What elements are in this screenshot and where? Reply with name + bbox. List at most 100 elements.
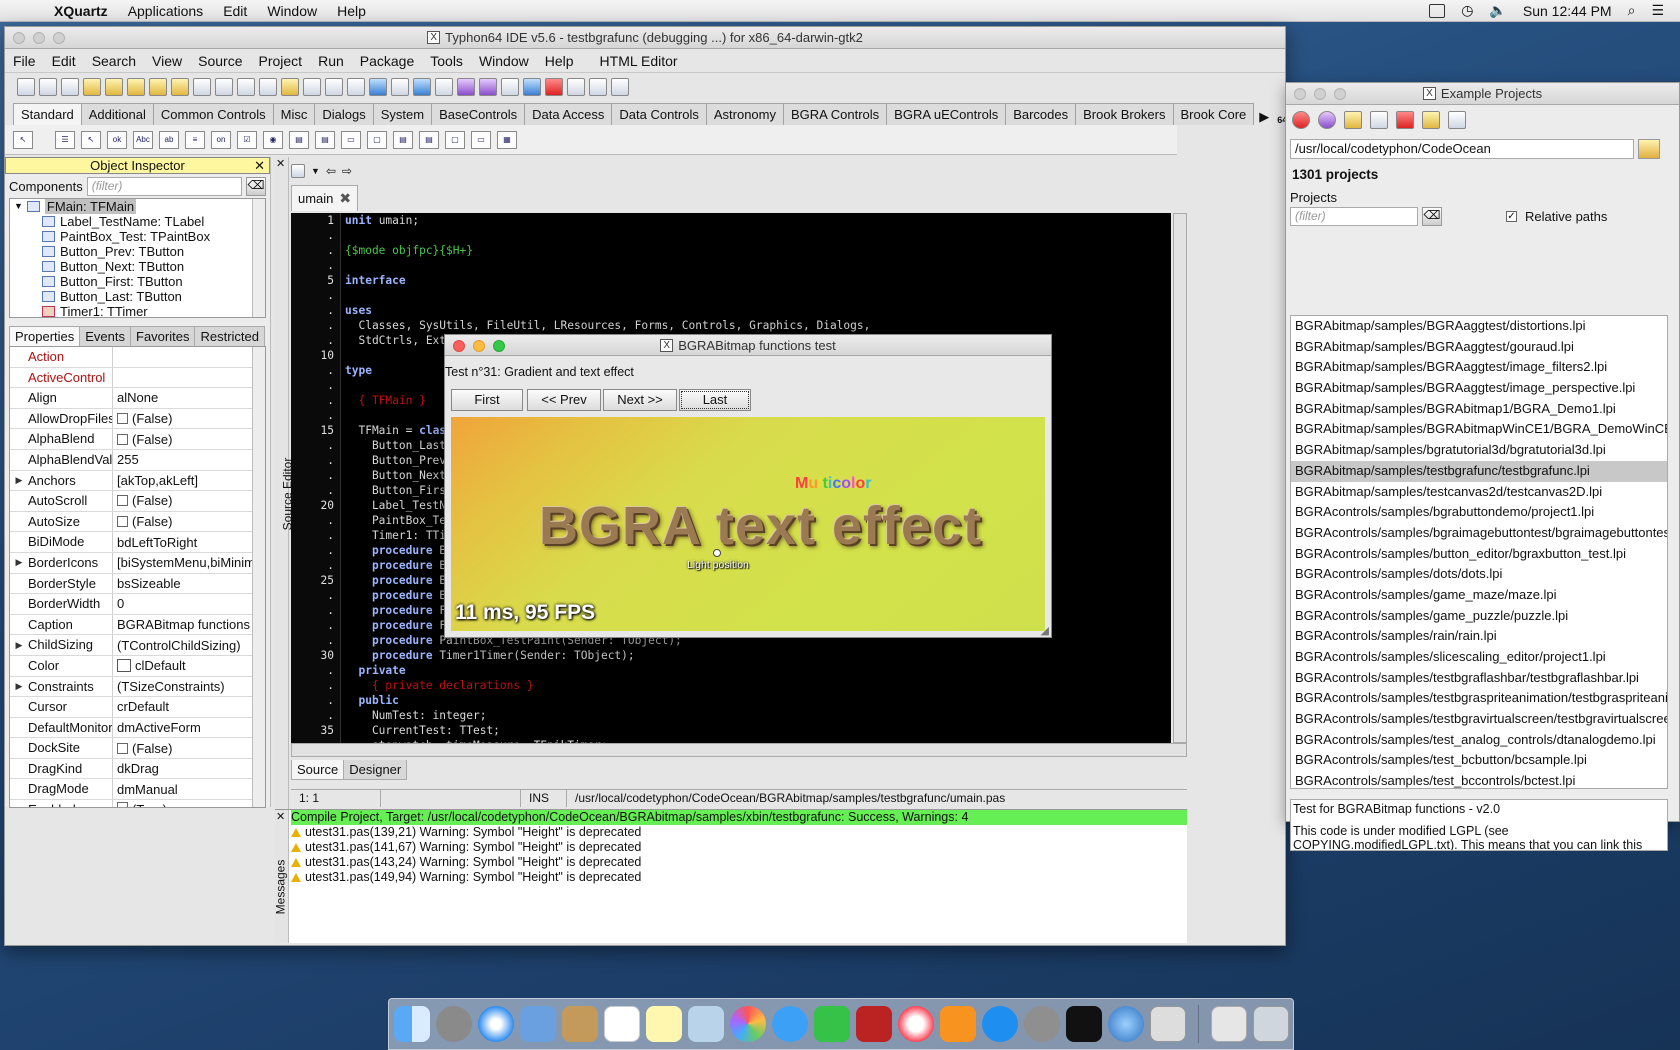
palette-tab-bgra-controls[interactable]: BGRA Controls xyxy=(783,103,888,125)
view-forms-icon[interactable] xyxy=(259,78,277,96)
tree-node[interactable]: Button_Next: TButton xyxy=(10,259,265,274)
facetime-icon[interactable] xyxy=(813,1006,850,1042)
project-item[interactable]: BGRAbitmap/samples/testbgrafunc/testbgra… xyxy=(1291,460,1667,482)
ttogglebox-icon[interactable]: on xyxy=(211,130,231,149)
display-icon[interactable] xyxy=(1429,3,1446,18)
property-value[interactable]: bdLeftToRight xyxy=(113,535,265,550)
open-icon[interactable] xyxy=(83,78,101,96)
palette-tab-bgra-uecontrols[interactable]: BGRA uEControls xyxy=(886,103,1007,125)
property-value[interactable]: (False) xyxy=(113,432,265,447)
project-item[interactable]: BGRAcontrols/samples/dots/dots.lpi xyxy=(1291,564,1667,585)
close-file-icon[interactable] xyxy=(193,78,211,96)
expand-icon[interactable]: ▶ xyxy=(10,681,28,692)
step-out-icon[interactable] xyxy=(611,78,629,96)
close-icon[interactable] xyxy=(1292,111,1310,129)
palette-tab-brook-brokers[interactable]: Brook Brokers xyxy=(1075,103,1174,125)
relative-paths-checkbox[interactable]: ✓ xyxy=(1506,211,1517,222)
run-icon[interactable] xyxy=(501,78,519,96)
clock[interactable]: Sun 12:44 PM xyxy=(1523,3,1612,19)
menu-xquartz[interactable]: XQuartz xyxy=(44,3,118,19)
project-item[interactable]: BGRAcontrols/samples/bgrabuttondemo/proj… xyxy=(1291,502,1667,523)
app-store-icon[interactable] xyxy=(981,1006,1018,1042)
settings-icon[interactable] xyxy=(1448,111,1466,129)
menu-window[interactable]: Window xyxy=(257,3,327,19)
warning-message[interactable]: utest31.pas(143,24) Warning: Symbol "Hei… xyxy=(291,855,1187,870)
menu-tools[interactable]: Tools xyxy=(422,53,471,69)
bgra-title-bar[interactable]: X BGRABitmap functions test xyxy=(445,335,1051,356)
forward-icon[interactable]: ⇨ xyxy=(342,164,352,178)
typhon-icon[interactable] xyxy=(1107,1006,1144,1042)
project-item[interactable]: BGRAcontrols/samples/test_bccontrols/bct… xyxy=(1291,771,1667,788)
property-row[interactable]: ▶ ChildSizing (TControlChildSizing) xyxy=(10,635,265,656)
collapse-icon[interactable]: ▼ xyxy=(14,199,23,214)
property-row[interactable]: BiDiMode bdLeftToRight xyxy=(10,532,265,553)
close-icon[interactable]: ✕ xyxy=(254,158,265,174)
property-value[interactable]: (False) xyxy=(113,493,265,508)
tradiogroup-icon[interactable]: ▤ xyxy=(393,130,413,149)
inspect-icon[interactable] xyxy=(413,78,431,96)
palette-tab-standard[interactable]: Standard xyxy=(13,103,82,125)
tscrollbar-icon[interactable]: ▭ xyxy=(341,130,361,149)
tab-restricted[interactable]: Restricted xyxy=(194,326,265,346)
photo-booth-icon[interactable] xyxy=(855,1006,892,1042)
projects-path-input[interactable]: /usr/local/codetyphon/CodeOcean xyxy=(1290,139,1634,159)
property-value[interactable]: bsSizeable xyxy=(113,576,265,591)
documents-stack-icon[interactable] xyxy=(1210,1006,1247,1042)
property-value[interactable]: [biSystemMenu,biMinimize,biMaximize] xyxy=(113,555,265,570)
menu-package[interactable]: Package xyxy=(352,53,422,69)
property-value[interactable]: BGRABitmap functions test xyxy=(113,617,265,632)
menu-project[interactable]: Project xyxy=(251,53,311,69)
build-icon[interactable] xyxy=(303,78,321,96)
save-all-icon[interactable] xyxy=(171,78,189,96)
warning-message[interactable]: utest31.pas(141,67) Warning: Symbol "Hei… xyxy=(291,840,1187,855)
palette-tab-brook-core[interactable]: Brook Core xyxy=(1172,103,1255,125)
menu-source[interactable]: Source xyxy=(190,53,250,69)
property-row[interactable]: Action xyxy=(10,347,265,368)
menu-help[interactable]: Help xyxy=(537,53,582,69)
launchpad-icon[interactable] xyxy=(435,1006,472,1042)
resize-grip-icon[interactable]: ◢ xyxy=(1041,624,1049,637)
components-icon[interactable] xyxy=(479,78,497,96)
tree-node[interactable]: Button_Last: TButton xyxy=(10,289,265,304)
code-horizontal-scrollbar[interactable] xyxy=(291,743,1187,757)
itunes-icon[interactable] xyxy=(897,1006,934,1042)
tab-properties[interactable]: Properties xyxy=(9,326,81,346)
tmainmenu-icon[interactable]: ☰ xyxy=(55,130,75,149)
code-vertical-scrollbar[interactable] xyxy=(1173,213,1187,743)
property-value[interactable]: 0 xyxy=(113,596,265,611)
terminal-icon[interactable] xyxy=(1065,1006,1102,1042)
property-value[interactable]: [akTop,akLeft] xyxy=(113,473,265,488)
contacts-icon[interactable] xyxy=(561,1006,598,1042)
step-into-icon[interactable] xyxy=(567,78,585,96)
property-row[interactable]: Caption BGRABitmap functions test xyxy=(10,614,265,636)
project-item[interactable]: BGRAbitmap/samples/bgratutorial3d/bgratu… xyxy=(1291,440,1667,461)
tmemo-icon[interactable]: ≡ xyxy=(185,130,205,149)
time-machine-icon[interactable]: ◷ xyxy=(1461,2,1473,19)
checkbox[interactable] xyxy=(117,433,128,445)
property-row[interactable]: AlphaBlend (False) xyxy=(10,429,265,450)
tree-node-root[interactable]: ▼ FMain: TFMain xyxy=(10,199,265,214)
property-value[interactable]: dkDrag xyxy=(113,761,265,776)
palette-tab-misc[interactable]: Misc xyxy=(272,103,316,125)
tcombobox-icon[interactable]: ▤ xyxy=(315,130,335,149)
tframe-icon[interactable]: ▭ xyxy=(471,130,491,149)
project-item[interactable]: BGRAcontrols/samples/testbgraspriteanima… xyxy=(1291,688,1667,709)
tlabel-icon[interactable]: Abc xyxy=(133,130,153,149)
property-value[interactable]: (False) xyxy=(113,514,265,529)
open-project-icon[interactable] xyxy=(1344,111,1362,129)
menu-view[interactable]: View xyxy=(144,53,190,69)
editor-tab-umain[interactable]: umain ✖ xyxy=(291,185,359,211)
tpopupmenu-icon[interactable]: ↖ xyxy=(81,130,101,149)
step-over-icon[interactable] xyxy=(589,78,607,96)
xquartz-icon[interactable] xyxy=(1149,1006,1186,1042)
project-item[interactable]: BGRAcontrols/samples/rain/rain.lpi xyxy=(1291,626,1667,647)
property-row[interactable]: Color clDefault xyxy=(10,655,265,677)
package-icon[interactable] xyxy=(457,78,475,96)
close-icon[interactable]: ✕ xyxy=(276,157,285,170)
minimize-button[interactable] xyxy=(1314,88,1326,100)
add-icon[interactable] xyxy=(1370,111,1388,129)
property-row[interactable]: ▶ Anchors [akTop,akLeft] xyxy=(10,470,265,492)
open-recent-icon[interactable] xyxy=(105,78,123,96)
property-row[interactable]: ActiveControl xyxy=(10,367,265,389)
menu-applications[interactable]: Applications xyxy=(118,3,214,19)
